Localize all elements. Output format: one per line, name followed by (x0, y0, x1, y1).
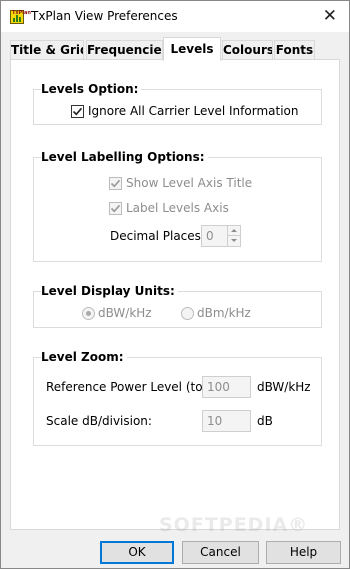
show-axis-title-checkbox[interactable] (109, 177, 122, 190)
softpedia-watermark: SOFTPEDIA® (159, 514, 309, 536)
title-bar: TxPlan TxPlan View Preferences ✕ (1, 1, 349, 32)
tab-label: Colours (223, 43, 273, 57)
tab-levels[interactable]: Levels (163, 37, 221, 61)
scale-input[interactable]: 10 (202, 410, 251, 432)
cancel-button[interactable]: Cancel (182, 541, 259, 564)
spin-up-icon[interactable] (227, 226, 240, 236)
level-display-units-title: Level Display Units: (41, 284, 178, 298)
app-icon-text: TxPlan (12, 10, 31, 16)
reference-power-input[interactable]: 100 (202, 376, 251, 398)
level-labelling-title: Level Labelling Options: (41, 150, 208, 164)
spin-down-icon[interactable] (227, 236, 240, 246)
label-levels-axis-label: Label Levels Axis (126, 201, 229, 215)
ignore-carrier-label: Ignore All Carrier Level Information (88, 104, 299, 118)
tab-colours[interactable]: Colours (222, 40, 273, 60)
reference-power-label: Reference Power Level (top): (46, 380, 219, 394)
tab-title-grid[interactable]: Title & Grid (10, 40, 84, 60)
dbw-khz-label: dBW/kHz (98, 306, 152, 320)
dbw-khz-radio[interactable] (82, 307, 95, 320)
tab-label: Frequencies (87, 43, 163, 57)
help-button[interactable]: Help (266, 541, 341, 564)
dbm-khz-label: dBm/kHz (197, 306, 251, 320)
tab-frequencies[interactable]: Frequencies (86, 40, 163, 60)
tab-label: Title & Grid (11, 43, 84, 57)
tab-label: Levels (170, 42, 214, 56)
level-zoom-title: Level Zoom: (41, 350, 127, 364)
tab-fonts[interactable]: Fonts (274, 40, 315, 60)
reference-power-unit: dBW/kHz (257, 380, 311, 394)
close-icon[interactable]: ✕ (323, 6, 337, 26)
levels-option-title: Levels Option: (41, 82, 142, 96)
show-axis-title-label: Show Level Axis Title (126, 176, 253, 190)
level-zoom-group (33, 357, 322, 446)
scale-label: Scale dB/division: (46, 414, 152, 428)
scale-unit: dB (257, 414, 273, 428)
ok-button[interactable]: OK (100, 541, 174, 564)
window-title: TxPlan View Preferences (31, 9, 178, 23)
decimal-places-label: Decimal Places: (110, 229, 205, 243)
label-levels-axis-checkbox[interactable] (109, 202, 122, 215)
preferences-dialog: TxPlan TxPlan View Preferences ✕ Title &… (0, 0, 350, 569)
decimal-places-spinner[interactable]: 0 (201, 225, 241, 247)
ignore-carrier-checkbox[interactable] (71, 105, 84, 118)
decimal-places-value: 0 (206, 229, 214, 243)
txplan-app-icon: TxPlan (10, 10, 31, 24)
levels-tab-panel: Levels Option: Ignore All Carrier Level … (10, 59, 340, 530)
dbm-khz-radio[interactable] (181, 307, 194, 320)
tab-label: Fonts (275, 43, 314, 57)
